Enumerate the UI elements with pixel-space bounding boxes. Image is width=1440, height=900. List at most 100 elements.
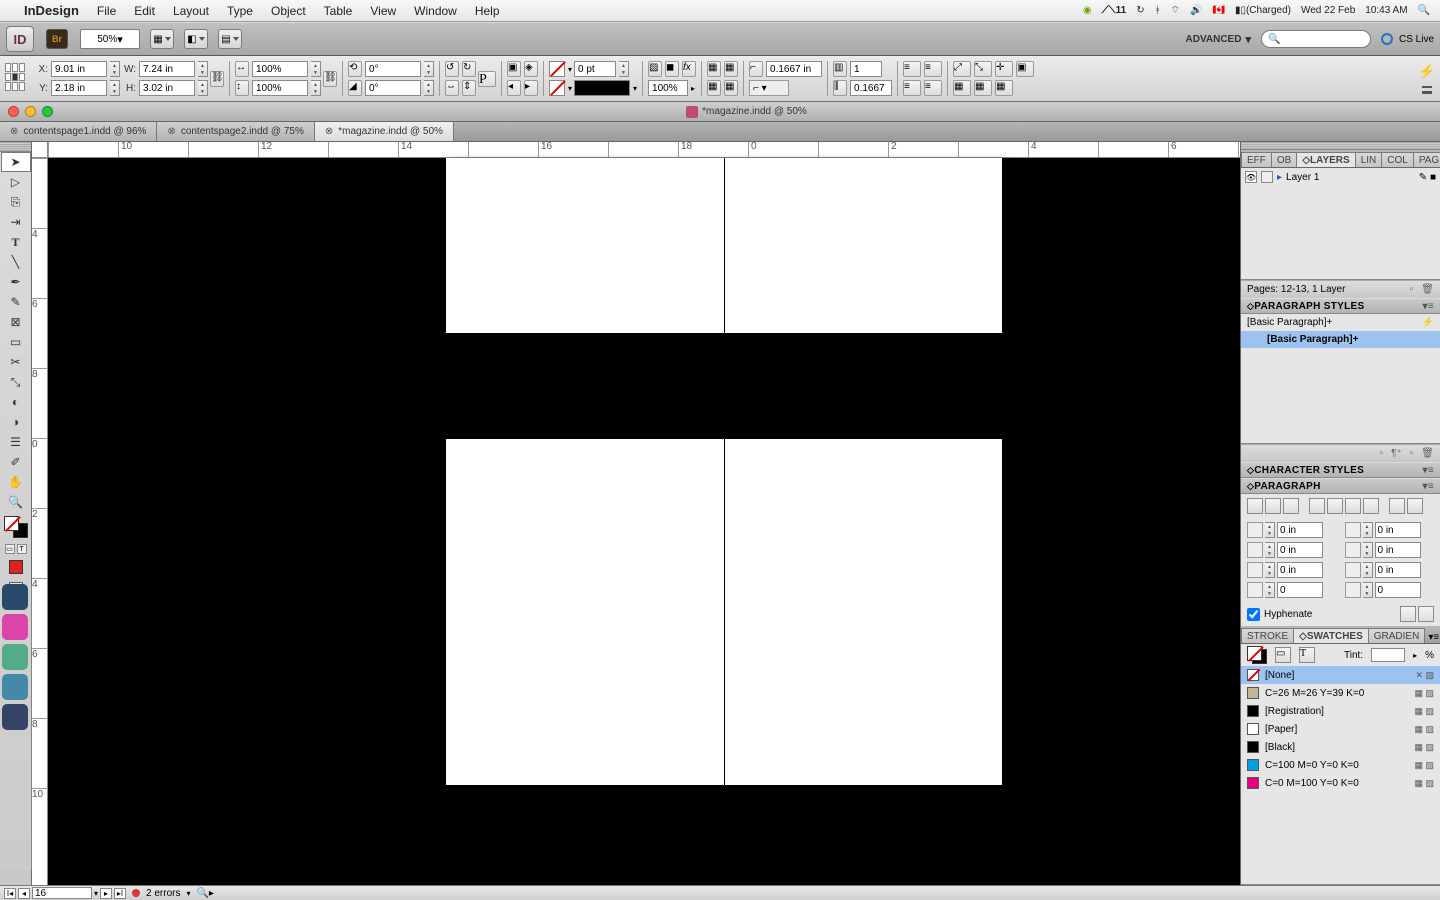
ruler-origin[interactable] bbox=[32, 142, 48, 158]
volume-icon[interactable]: 🔊 bbox=[1190, 5, 1202, 16]
constrain-proportions-icon[interactable]: ⛓ bbox=[210, 71, 224, 87]
help-search-input[interactable]: 🔍 bbox=[1261, 30, 1371, 48]
screen-mode-button[interactable]: ◧ bbox=[184, 29, 208, 49]
swatch-row[interactable]: [Registration]▦ ▨ bbox=[1241, 702, 1440, 720]
style-group-icon[interactable]: ▫ bbox=[1380, 448, 1384, 459]
select-prev-icon[interactable]: ◂ bbox=[507, 80, 521, 96]
dock-icon[interactable] bbox=[2, 584, 28, 610]
first-page-button[interactable]: I◂ bbox=[4, 888, 16, 899]
justify-left-icon[interactable] bbox=[1309, 498, 1325, 514]
window-zoom-button[interactable] bbox=[42, 106, 53, 117]
fx-icon[interactable]: fx bbox=[682, 61, 696, 77]
justify-right-icon[interactable] bbox=[1345, 498, 1361, 514]
wifi-icon[interactable]: ⌔ bbox=[1171, 4, 1180, 17]
vert-align-justify-icon[interactable]: ≡ bbox=[924, 80, 942, 96]
paragraph-panel-header[interactable]: ◇ PARAGRAPH▾≡ bbox=[1241, 478, 1440, 494]
layer-row[interactable]: 👁 ▸ Layer 1 ✎ ■ bbox=[1241, 168, 1440, 186]
center-content-icon[interactable]: ✛ bbox=[995, 61, 1013, 77]
space-before-field[interactable] bbox=[1277, 562, 1323, 578]
zoom-level-dropdown[interactable]: 50% ▾ bbox=[80, 29, 140, 49]
clock-time[interactable]: 10:43 AM bbox=[1365, 5, 1407, 16]
dock-icon[interactable] bbox=[2, 644, 28, 670]
layer-name[interactable]: Layer 1 bbox=[1286, 172, 1319, 183]
reference-point[interactable] bbox=[4, 59, 26, 95]
format-text-icon[interactable]: T bbox=[17, 544, 27, 554]
next-page-button[interactable]: ▸ bbox=[100, 888, 112, 899]
scale-y-field[interactable]: 100% bbox=[252, 80, 308, 96]
fit-content-icon[interactable]: ⤢ bbox=[953, 61, 971, 77]
last-page-button[interactable]: ▸I bbox=[114, 888, 126, 899]
hyphenate-checkbox[interactable] bbox=[1247, 608, 1260, 621]
align-away-spine-icon[interactable] bbox=[1407, 498, 1423, 514]
last-line-indent-field[interactable] bbox=[1375, 542, 1421, 558]
character-styles-header[interactable]: ◇ CHARACTER STYLES▾≡ bbox=[1241, 462, 1440, 478]
dock-icon[interactable] bbox=[2, 704, 28, 730]
horizontal-ruler[interactable]: 101214161802468101214161820222426 bbox=[48, 142, 1240, 158]
free-transform-tool[interactable]: ⤡ bbox=[1, 372, 31, 392]
rotate-ccw-icon[interactable]: ↺ bbox=[445, 61, 459, 77]
align-toward-spine-icon[interactable] bbox=[1389, 498, 1405, 514]
swatch-row[interactable]: C=0 M=100 Y=0 K=0▦ ▨ bbox=[1241, 774, 1440, 792]
document-tab[interactable]: ⊗*magazine.indd @ 50% bbox=[315, 122, 454, 141]
mac-dock[interactable] bbox=[0, 580, 32, 870]
object-styles-tab[interactable]: OB bbox=[1271, 152, 1297, 167]
paragraph-styles-header[interactable]: ◇ PARAGRAPH STYLES▾≡ bbox=[1241, 298, 1440, 314]
effects-tab[interactable]: EFF bbox=[1241, 152, 1272, 167]
gradient-swatch-tool[interactable]: ◐ bbox=[1, 392, 31, 412]
pencil-tool[interactable]: ✎ bbox=[1, 292, 31, 312]
wrap-jump-icon[interactable]: ▦ bbox=[724, 80, 738, 96]
page-tool[interactable]: ⎘ bbox=[1, 192, 31, 212]
zoom-tool[interactable]: 🔍 bbox=[1, 492, 31, 512]
wrap-none-icon[interactable]: ▦ bbox=[707, 61, 721, 77]
direct-selection-tool[interactable]: ▷ bbox=[1, 172, 31, 192]
flip-h-icon[interactable]: ⇔ bbox=[445, 80, 459, 96]
wrap-bounding-icon[interactable]: ▦ bbox=[724, 61, 738, 77]
type-tool[interactable]: T bbox=[1, 232, 31, 252]
timemachine-icon[interactable]: ↻ bbox=[1136, 5, 1144, 16]
align-right-icon[interactable] bbox=[1283, 498, 1299, 514]
cs-live-button[interactable]: CS Live bbox=[1381, 33, 1434, 45]
app-name[interactable]: InDesign bbox=[24, 3, 79, 18]
new-style-icon[interactable]: ▫ bbox=[1410, 448, 1414, 459]
corner-shape-dropdown[interactable]: ⌐ ▾ bbox=[749, 80, 789, 96]
stroke-swatch[interactable] bbox=[549, 80, 565, 96]
first-line-indent-field[interactable] bbox=[1277, 542, 1323, 558]
arrange-documents-button[interactable]: ▤ bbox=[218, 29, 242, 49]
close-tab-icon[interactable]: ⊗ bbox=[167, 126, 175, 137]
select-container-icon[interactable]: ▣ bbox=[507, 61, 521, 77]
new-layer-icon[interactable]: ▫ bbox=[1410, 284, 1414, 295]
menu-edit[interactable]: Edit bbox=[134, 4, 155, 18]
select-content-icon[interactable]: ◈ bbox=[524, 61, 538, 77]
constrain-scale-icon[interactable]: ⛓ bbox=[323, 71, 337, 87]
corner-field[interactable]: 0.1667 in bbox=[766, 61, 822, 77]
rectangle-frame-tool[interactable]: ⊠ bbox=[1, 312, 31, 332]
align-left-icon[interactable] bbox=[1247, 498, 1263, 514]
menu-object[interactable]: Object bbox=[271, 4, 306, 18]
no-break-icon[interactable] bbox=[1400, 606, 1416, 622]
apply-color-icon[interactable] bbox=[9, 560, 23, 574]
selection-tool[interactable]: ➤ bbox=[1, 152, 31, 172]
line-tool[interactable]: ╲ bbox=[1, 252, 31, 272]
close-tab-icon[interactable]: ⊗ bbox=[10, 126, 18, 137]
bluetooth-icon[interactable]: ᚼ bbox=[1155, 5, 1161, 16]
layers-tab[interactable]: ◇ LAYERS bbox=[1296, 152, 1355, 167]
fill-stroke-swatch[interactable] bbox=[4, 516, 28, 538]
paragraph-style-row[interactable]: [Basic Paragraph]+ bbox=[1241, 331, 1440, 348]
format-container-icon[interactable]: ▭ bbox=[1275, 647, 1291, 663]
preflight-status[interactable]: 2 errors bbox=[146, 888, 180, 899]
swatch-row[interactable]: C=100 M=0 Y=0 K=0▦ ▨ bbox=[1241, 756, 1440, 774]
tint-field[interactable] bbox=[1371, 648, 1405, 662]
left-indent-field[interactable] bbox=[1277, 522, 1323, 538]
swatch-row[interactable]: [Paper]▦ ▨ bbox=[1241, 720, 1440, 738]
view-options-button[interactable]: ▦ bbox=[150, 29, 174, 49]
drop-cap-lines-field[interactable] bbox=[1277, 582, 1323, 598]
stroke-weight-field[interactable]: 0 pt bbox=[574, 61, 616, 77]
y-field[interactable]: 2.18 in bbox=[51, 80, 107, 96]
stroke-tab[interactable]: STROKE bbox=[1241, 628, 1294, 643]
workspace-switcher[interactable]: ADVANCED ▾ bbox=[1186, 33, 1251, 46]
right-indent-field[interactable] bbox=[1375, 522, 1421, 538]
document-canvas[interactable]: 101214161802468101214161820222426 468 02… bbox=[32, 142, 1240, 885]
pen-tool[interactable]: ✒ bbox=[1, 272, 31, 292]
note-tool[interactable]: ☰ bbox=[1, 432, 31, 452]
format-container-icon[interactable]: ▭ bbox=[5, 544, 15, 554]
